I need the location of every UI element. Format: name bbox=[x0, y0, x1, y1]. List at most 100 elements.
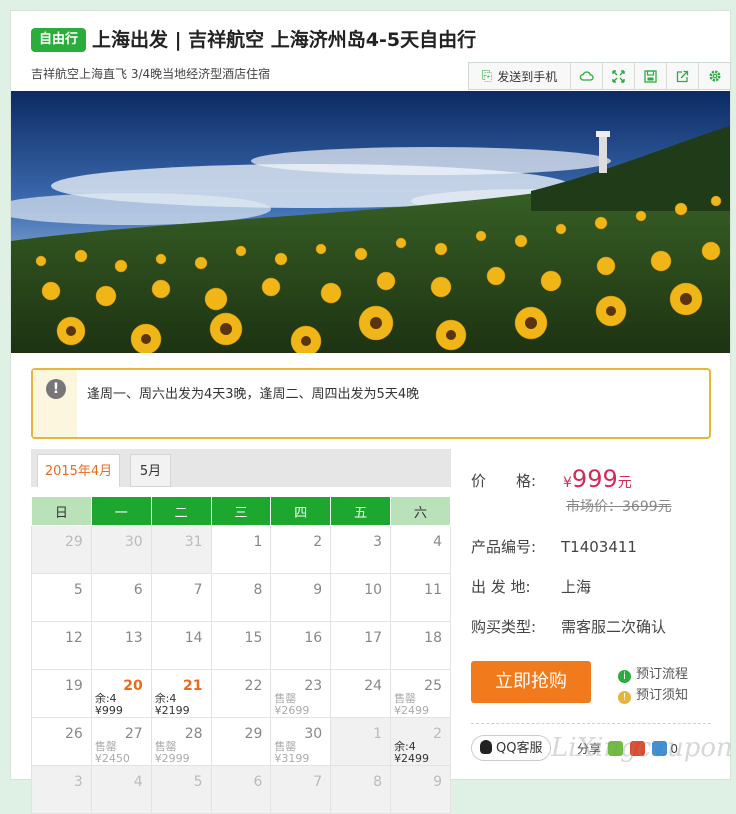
day-number: 1 bbox=[373, 726, 383, 742]
weekday-header: 二 bbox=[150, 496, 212, 526]
calendar-day-cell: 7 bbox=[150, 573, 212, 622]
calendar-day-cell: 5 bbox=[31, 573, 92, 622]
notice-icon-area: ! bbox=[33, 370, 77, 437]
sale-price: ¥999元 bbox=[563, 465, 632, 493]
cloud-icon bbox=[579, 71, 594, 81]
expand-button[interactable] bbox=[603, 63, 635, 89]
day-number: 30 bbox=[124, 534, 143, 550]
calendar-day-cell: 6 bbox=[90, 573, 152, 622]
buy-now-button[interactable]: 立即抢购 bbox=[471, 661, 591, 703]
product-code-label: 产品编号: bbox=[471, 538, 537, 556]
settings-button[interactable] bbox=[699, 63, 730, 89]
product-title: 上海出发 | 吉祥航空 上海济州岛4-5天自由行 bbox=[92, 29, 477, 51]
tab-april-2015[interactable]: 2015年4月 bbox=[37, 454, 120, 487]
day-number: 22 bbox=[244, 678, 263, 694]
watermark: LiXingcoupon bbox=[551, 733, 733, 763]
save-button[interactable] bbox=[635, 63, 667, 89]
day-number: 14 bbox=[184, 630, 203, 646]
share-button[interactable] bbox=[667, 63, 699, 89]
booking-notes-label: 预订须知 bbox=[636, 688, 689, 703]
booking-flow-link[interactable]: i 预订流程 bbox=[618, 663, 688, 683]
product-code-value: T1403411 bbox=[561, 538, 637, 556]
calendar-day-cell: 5 bbox=[150, 765, 212, 814]
weekday-header: 三 bbox=[210, 496, 272, 526]
calendar-day-cell: 25 售罄 ¥2499 bbox=[390, 669, 451, 718]
weekday-header: 一 bbox=[90, 496, 152, 526]
day-number: 6 bbox=[253, 774, 263, 790]
day-number: 20 bbox=[123, 678, 143, 694]
day-number: 9 bbox=[313, 582, 323, 598]
phone-icon: ⎘ bbox=[481, 68, 493, 84]
day-number: 7 bbox=[193, 582, 203, 598]
day-price: ¥999 bbox=[94, 704, 123, 717]
calendar-day-cell: 19 bbox=[31, 669, 92, 718]
gear-icon bbox=[709, 70, 720, 82]
departure-city-label: 出 发 地: bbox=[471, 578, 531, 596]
calendar-day-cell: 29 bbox=[210, 717, 272, 766]
save-icon bbox=[644, 69, 657, 83]
day-number: 3 bbox=[373, 534, 383, 550]
product-page: 自由行 上海出发 | 吉祥航空 上海济州岛4-5天自由行 吉祥航空上海直飞 3/… bbox=[10, 10, 733, 814]
day-number: 8 bbox=[373, 774, 383, 790]
divider bbox=[471, 723, 711, 724]
day-number: 2 bbox=[433, 726, 442, 742]
price-label: 价 格: bbox=[471, 472, 537, 490]
day-number: 1 bbox=[253, 534, 263, 550]
day-price: ¥3199 bbox=[274, 752, 310, 765]
day-number: 8 bbox=[253, 582, 263, 598]
qq-penguin-icon bbox=[480, 740, 492, 754]
calendar-day-cell: 28 售罄 ¥2999 bbox=[150, 717, 212, 766]
calendar-day-cell: 26 bbox=[31, 717, 92, 766]
calendar-day-cell: 22 bbox=[210, 669, 272, 718]
weekday-header: 四 bbox=[270, 496, 332, 526]
day-number: 12 bbox=[65, 630, 83, 646]
calendar-day-cell[interactable]: 20 余:4 ¥999 bbox=[90, 669, 152, 718]
day-number: 28 bbox=[184, 726, 203, 742]
day-number: 25 bbox=[424, 678, 442, 694]
calendar-day-cell: 13 bbox=[90, 621, 152, 670]
day-number: 13 bbox=[124, 630, 143, 646]
expand-icon bbox=[612, 69, 625, 83]
calendar-month-tabs: 2015年4月 5月 bbox=[31, 449, 451, 487]
calendar-day-cell: 29 bbox=[31, 525, 92, 574]
calendar-week-row: 26 27 售罄 ¥2450 28 售罄 ¥2999 29 30 售罄 ¥3199 1 2 余:4 ¥249… bbox=[31, 717, 451, 766]
send-to-phone-label: 发送到手机 bbox=[497, 69, 558, 84]
day-number: 11 bbox=[424, 582, 442, 598]
market-price: 市场价：3699元 bbox=[566, 499, 672, 515]
booking-notes-link[interactable]: ! 预订须知 bbox=[618, 684, 688, 704]
qq-service-button[interactable]: QQ客服 bbox=[471, 735, 551, 761]
day-number: 16 bbox=[304, 630, 323, 646]
weekday-header: 五 bbox=[330, 496, 392, 526]
calendar-day-cell[interactable]: 21 余:4 ¥2199 bbox=[150, 669, 212, 718]
day-number: 15 bbox=[244, 630, 263, 646]
day-number: 31 bbox=[184, 534, 203, 550]
day-number: 17 bbox=[364, 630, 383, 646]
cloud-button[interactable] bbox=[571, 63, 603, 89]
product-subtitle: 吉祥航空上海直飞 3/4晚当地经济型酒店住宿 bbox=[31, 67, 271, 81]
calendar-day-cell: 23 售罄 ¥2699 bbox=[270, 669, 332, 718]
departure-city-value: 上海 bbox=[561, 578, 592, 596]
day-price: ¥2499 bbox=[394, 752, 430, 765]
price-currency: ¥ bbox=[563, 475, 572, 491]
sunflower-banner-image bbox=[11, 91, 730, 353]
weekday-header: 六 bbox=[390, 496, 451, 526]
price-value: 999 bbox=[571, 465, 618, 493]
toolbar: ⎘ 发送到手机 bbox=[468, 62, 731, 90]
calendar-day-cell: 16 bbox=[270, 621, 332, 670]
send-to-phone-button[interactable]: ⎘ 发送到手机 bbox=[469, 63, 571, 89]
purchase-type-value: 需客服二次确认 bbox=[561, 618, 667, 636]
departure-notice: ! 逢周一、周六出发为4天3晚，逢周二、周四出发为5天4晚 bbox=[31, 368, 711, 439]
calendar-day-cell: 18 bbox=[390, 621, 451, 670]
day-number: 29 bbox=[65, 534, 83, 550]
departure-calendar: 日一二三四五六 29 30 31 1 2 3 4 5 6 7 8 9 10 11 12 13 14 15 16 17 1… bbox=[31, 496, 451, 814]
tab-may[interactable]: 5月 bbox=[130, 454, 171, 487]
price-row: 价 格: bbox=[471, 470, 561, 491]
calendar-day-cell: 30 售罄 ¥3199 bbox=[270, 717, 332, 766]
calendar-day-cell: 9 bbox=[270, 573, 332, 622]
day-number: 5 bbox=[73, 582, 83, 598]
notice-text: 逢周一、周六出发为4天3晚，逢周二、周四出发为5天4晚 bbox=[87, 387, 420, 402]
calendar-day-cell: 8 bbox=[330, 765, 392, 814]
day-number: 27 bbox=[124, 726, 143, 742]
calendar-day-cell: 27 售罄 ¥2450 bbox=[90, 717, 152, 766]
day-number: 29 bbox=[244, 726, 263, 742]
